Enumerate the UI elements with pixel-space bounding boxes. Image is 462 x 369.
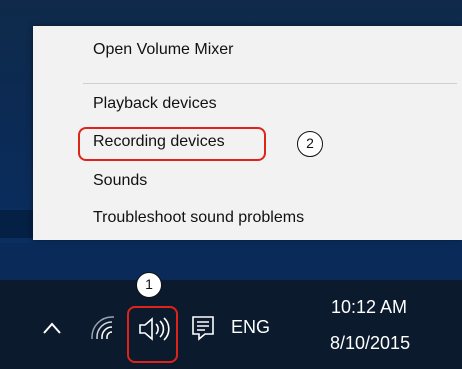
step-2-marker: 2 [297, 131, 323, 157]
speaker-icon-highlight [127, 306, 178, 363]
menu-item-sounds[interactable]: Sounds [93, 166, 147, 196]
clock-date[interactable]: 8/10/2015 [330, 333, 410, 354]
step-1-marker: 1 [136, 272, 162, 298]
menu-separator [83, 83, 457, 84]
desktop-band [0, 210, 34, 238]
menu-item-open-volume-mixer[interactable]: Open Volume Mixer [93, 35, 234, 65]
language-indicator[interactable]: ENG [231, 317, 270, 338]
wifi-icon[interactable] [88, 314, 120, 342]
recording-devices-highlight [78, 127, 266, 161]
menu-item-playback-devices[interactable]: Playback devices [93, 89, 217, 119]
action-center-icon[interactable] [188, 313, 218, 343]
chevron-up-icon[interactable] [40, 318, 64, 338]
clock-time[interactable]: 10:12 AM [331, 297, 407, 318]
taskbar: ENG 10:12 AM 8/10/2015 [0, 280, 462, 369]
desktop-band [0, 243, 462, 280]
menu-item-troubleshoot[interactable]: Troubleshoot sound problems [93, 203, 304, 233]
